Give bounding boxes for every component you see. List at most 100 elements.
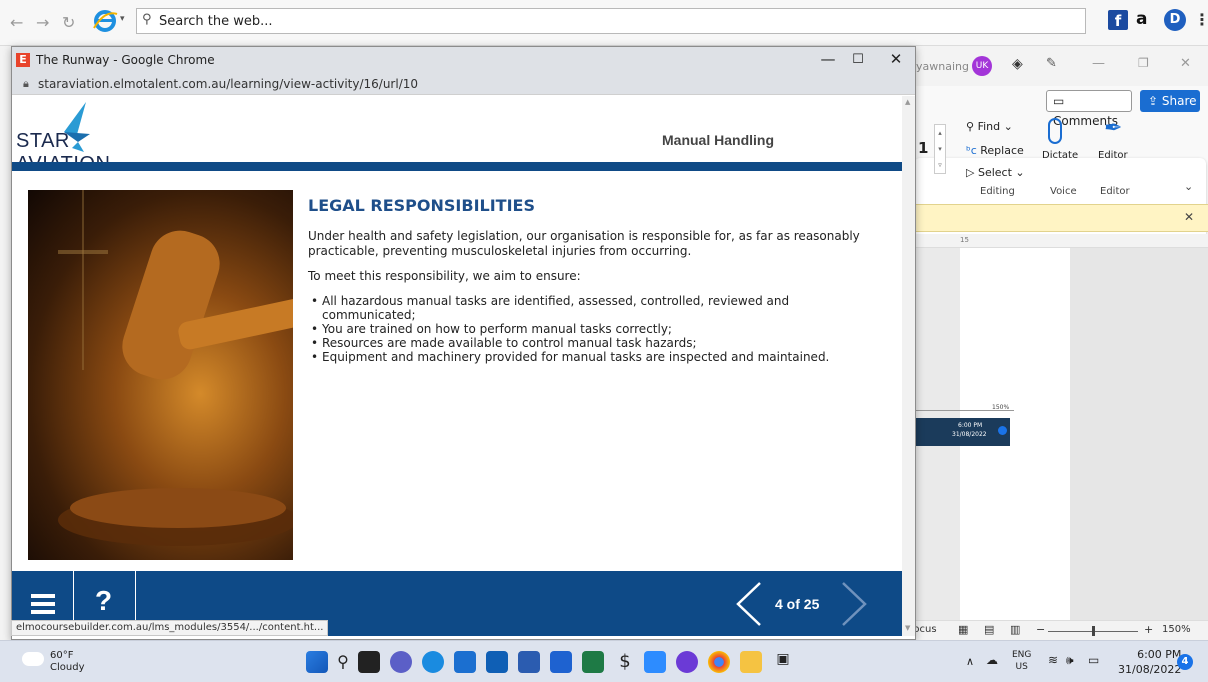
search-input[interactable]: ⚲ Search the web... [136, 8, 1086, 34]
avatar[interactable]: UK [972, 56, 992, 76]
wifi-icon[interactable]: ≋ [1048, 653, 1058, 667]
previous-page-button[interactable] [730, 579, 766, 629]
close-icon[interactable]: ✕ [1180, 56, 1191, 71]
editor-button-label[interactable]: Editor [1098, 150, 1128, 161]
chrome-icon[interactable] [708, 651, 730, 673]
back-arrow-icon[interactable]: ← [10, 13, 23, 32]
read-mode-icon[interactable]: ▦ [958, 623, 968, 636]
internet-explorer-icon[interactable] [92, 8, 118, 34]
start-icon[interactable] [306, 651, 328, 673]
battery-icon[interactable]: ▭ [1088, 653, 1099, 667]
clock[interactable]: 6:00 PM 31/08/2022 [1118, 647, 1181, 677]
scroll-down-icon[interactable]: ▼ [905, 624, 910, 632]
page-url[interactable]: staraviation.elmotalent.com.au/learning/… [38, 77, 418, 91]
app-icon[interactable]: $ [614, 651, 636, 673]
language-indicator[interactable]: ENG US [1012, 649, 1031, 673]
module-title: Manual Handling [662, 132, 774, 148]
scroll-up-icon[interactable]: ▲ [905, 98, 910, 106]
document-area: 150% 6:00 PM 31/08/2022 [900, 248, 1208, 626]
url-bar[interactable]: 🔒︎ staraviation.elmotalent.com.au/learni… [12, 73, 915, 95]
file-explorer-icon[interactable] [740, 651, 762, 673]
zoom-icon[interactable] [644, 651, 666, 673]
search-icon[interactable]: ⚲ [332, 651, 354, 673]
word-window: yawnaing UK ◈ ✎ — ❐ ✕ ▭ Comments ⇪ Share… [900, 46, 1208, 640]
word-icon[interactable] [518, 651, 540, 673]
elmo-logo-icon: E [16, 53, 30, 67]
temperature: 60°F [50, 650, 74, 661]
search-placeholder: Search the web... [159, 14, 273, 29]
replace-button[interactable]: ᵇc Replace [966, 144, 1024, 157]
minimize-icon[interactable]: — [818, 50, 838, 68]
amazon-icon[interactable]: a [1136, 9, 1147, 29]
zoom-in-icon[interactable]: + [1144, 623, 1153, 636]
print-layout-icon[interactable]: ▤ [984, 623, 994, 636]
facebook-icon[interactable]: f [1108, 10, 1128, 30]
notification-badge[interactable]: 4 [1177, 654, 1193, 670]
gavel-image [28, 190, 293, 560]
find-button[interactable]: ⚲ Find ⌄ [966, 120, 1013, 133]
intro-paragraph: Under health and safety legislation, our… [308, 229, 860, 258]
list-item: All hazardous manual tasks are identifie… [308, 294, 868, 322]
mini-notification-icon [998, 426, 1007, 435]
network-icon[interactable]: ☁ [986, 653, 998, 667]
share-button[interactable]: ⇪ Share [1140, 90, 1200, 112]
mini-date: 31/08/2022 [952, 431, 987, 438]
extension-icon[interactable]: D [1164, 9, 1186, 31]
dictate-label[interactable]: Dictate [1042, 150, 1078, 161]
lesson-text: LEGAL RESPONSIBILITIES Under health and … [308, 196, 868, 364]
restore-icon[interactable]: ❐ [1138, 56, 1149, 70]
scrollbar[interactable]: ▲ ▼ [902, 96, 915, 636]
status-link-tooltip: elmocoursebuilder.com.au/lms_modules/355… [11, 620, 329, 636]
magnifier-icon: ⚲ [966, 120, 975, 133]
ruler-mark: 15 [960, 236, 969, 244]
pen-icon[interactable]: ✎ [1046, 56, 1057, 71]
next-page-button[interactable] [837, 579, 873, 629]
teams-chat-icon[interactable] [390, 651, 412, 673]
comments-button[interactable]: ▭ Comments [1046, 90, 1132, 128]
editor-pen-icon[interactable]: ✒ [1104, 116, 1122, 141]
help-label: ? [95, 585, 113, 616]
amazon-label: a [1136, 9, 1148, 29]
ruler: 15 [900, 234, 1208, 248]
store-icon[interactable] [454, 651, 476, 673]
minimize-icon[interactable]: — [1092, 56, 1105, 71]
close-notification-icon[interactable]: ✕ [1184, 210, 1194, 224]
chevron-up-icon[interactable]: ∧ [966, 655, 974, 668]
share-label: Share [1161, 94, 1197, 108]
mini-time: 6:00 PM [958, 422, 983, 429]
excel-icon[interactable] [582, 651, 604, 673]
more-label: ⋮ [1194, 10, 1208, 29]
clock-date: 31/08/2022 [1118, 663, 1182, 676]
desktop-icon[interactable]: ▣ [772, 651, 794, 673]
cortana-icon[interactable] [676, 651, 698, 673]
more-menu-icon[interactable]: ⋮ [1194, 10, 1208, 29]
word-title-row: yawnaing UK ◈ ✎ — ❐ ✕ [900, 46, 1208, 86]
maximize-icon[interactable]: ☐ [848, 52, 868, 67]
edge-icon[interactable] [422, 651, 444, 673]
forward-arrow-icon[interactable]: → [36, 13, 49, 32]
font-size-spinner[interactable]: ▴ ▾ ▿ [934, 124, 946, 174]
mini-taskbar-screenshot: 6:00 PM 31/08/2022 [914, 418, 1010, 446]
clock-time: 6:00 PM [1137, 648, 1182, 661]
zoom-slider-thumb[interactable] [1092, 626, 1095, 636]
search-icon: ⚲ [142, 12, 152, 27]
mail-icon[interactable] [486, 651, 508, 673]
volume-icon[interactable]: 🕪︎ [1066, 653, 1074, 668]
microphone-icon[interactable] [1048, 118, 1062, 144]
list-item: You are trained on how to perform manual… [308, 322, 868, 336]
list-item: Resources are made available to control … [308, 336, 868, 350]
chevron-down-icon[interactable]: ▾ [120, 14, 125, 24]
close-icon[interactable]: ✕ [886, 50, 906, 68]
refresh-icon[interactable]: ↻ [62, 13, 75, 32]
zoom-percent[interactable]: 150% [1162, 624, 1191, 635]
dropbox-icon[interactable] [550, 651, 572, 673]
task-view-icon[interactable] [358, 651, 380, 673]
zoom-out-icon[interactable]: − [1036, 623, 1045, 636]
window-title: The Runway - Google Chrome [36, 53, 215, 67]
web-layout-icon[interactable]: ▥ [1010, 623, 1020, 636]
diamond-icon[interactable]: ◈ [1012, 56, 1023, 72]
select-button[interactable]: ▷ Select ⌄ [966, 166, 1025, 179]
font-size-value[interactable]: 1 [918, 139, 928, 157]
select-label: Select [977, 166, 1012, 179]
collapse-ribbon-icon[interactable]: ⌄ [1184, 180, 1193, 193]
